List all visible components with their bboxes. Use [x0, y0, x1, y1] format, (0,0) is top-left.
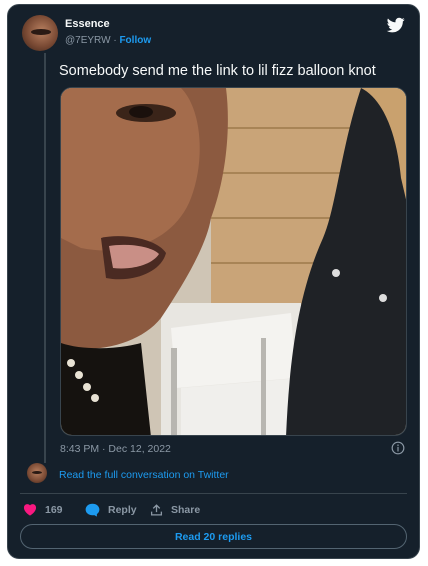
info-icon[interactable] — [391, 441, 405, 455]
handle-separator: · — [113, 35, 117, 46]
author-avatar[interactable] — [22, 15, 58, 51]
read-replies-button[interactable]: Read 20 replies — [20, 524, 407, 549]
conversation-avatar[interactable] — [27, 463, 47, 483]
tweet-photo[interactable] — [60, 87, 407, 436]
share-label: Share — [171, 504, 201, 516]
like-button[interactable]: 169 — [23, 503, 63, 516]
read-replies-label: Read 20 replies — [174, 530, 253, 543]
author-handle-row: @7EYRW · Follow — [65, 35, 151, 46]
tweet-text: Somebody send me the link to lil fizz ba… — [59, 63, 376, 79]
share-button[interactable]: Share — [150, 503, 200, 517]
tweet-timestamp[interactable]: 8:43 PM · Dec 12, 2022 — [60, 443, 171, 455]
photo-image — [61, 88, 406, 435]
heart-icon — [23, 504, 37, 516]
twitter-bird-icon[interactable] — [386, 16, 406, 34]
divider — [20, 493, 407, 494]
like-count: 169 — [45, 503, 63, 516]
tweet-embed-card: Essence @7EYRW · Follow Somebody send me… — [7, 4, 420, 559]
follow-link[interactable]: Follow — [119, 35, 151, 46]
share-upload-icon — [150, 504, 163, 516]
thread-line — [44, 53, 46, 463]
read-full-conversation-link[interactable]: Read the full conversation on Twitter — [59, 469, 229, 481]
speech-bubble-icon — [85, 503, 100, 517]
author-handle[interactable]: @7EYRW — [65, 35, 111, 46]
reply-label: Reply — [108, 504, 137, 516]
author-name[interactable]: Essence — [65, 18, 110, 30]
reply-button[interactable]: Reply — [85, 503, 137, 517]
